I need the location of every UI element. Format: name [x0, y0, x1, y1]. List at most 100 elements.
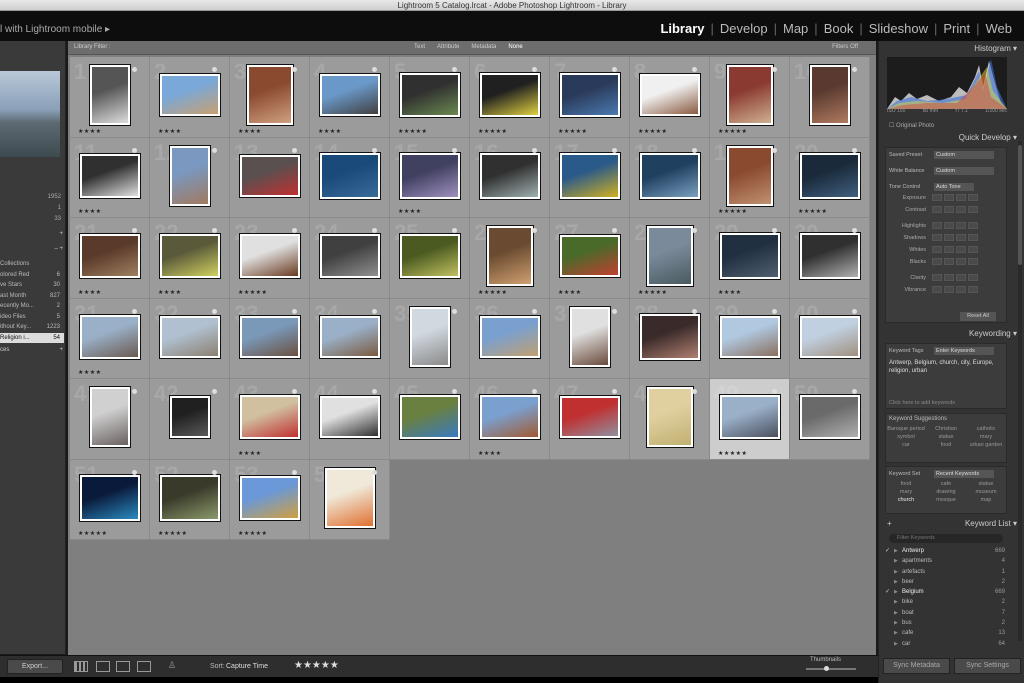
quick-collection-marker[interactable]: [692, 308, 697, 314]
keyword-list-item[interactable]: ✓ ▶ Belgium 669: [885, 587, 1007, 597]
star-rating[interactable]: ★★★★★: [238, 530, 267, 537]
star-rating[interactable]: ★★★★: [558, 289, 582, 296]
grid-cell[interactable]: 48: [630, 379, 710, 460]
grid-cell[interactable]: 26★★★★★: [470, 218, 550, 299]
photo-thumbnail[interactable]: [320, 315, 380, 358]
keyword-list-item[interactable]: ▶ apartments 4: [885, 556, 1007, 566]
photo-thumbnail[interactable]: [480, 152, 540, 199]
keyword-filter-input[interactable]: Filter Keywords: [889, 534, 1003, 543]
tone-step-button[interactable]: [956, 222, 966, 229]
quick-collection-marker[interactable]: [132, 469, 137, 475]
grid-cell[interactable]: 24: [310, 218, 390, 299]
quick-collection-marker[interactable]: [292, 147, 297, 153]
photo-thumbnail[interactable]: [570, 306, 610, 367]
photo-thumbnail[interactable]: [160, 234, 220, 278]
grid-cell[interactable]: 35: [390, 298, 470, 379]
photo-thumbnail[interactable]: [640, 313, 700, 360]
grid-cell[interactable]: 49 ★★★★★: [710, 379, 790, 460]
tone-step-button[interactable]: [944, 222, 954, 229]
keyword-list-header[interactable]: + Keyword List ▾: [883, 519, 1017, 531]
catalog-add-icon[interactable]: +: [0, 231, 66, 241]
grid-cell[interactable]: 50: [790, 379, 870, 460]
tone-step-button[interactable]: [944, 206, 954, 213]
grid-cell[interactable]: 32: [150, 298, 230, 379]
tone-step-button[interactable]: [956, 286, 966, 293]
expand-arrow-icon[interactable]: ▶: [894, 608, 902, 618]
grid-cell[interactable]: 28★★★★★: [630, 218, 710, 299]
grid-cell[interactable]: 29★★★★: [710, 218, 790, 299]
tone-step-button[interactable]: [932, 246, 942, 253]
grid-cell[interactable]: 45: [390, 379, 470, 460]
photo-thumbnail[interactable]: [560, 73, 620, 117]
tone-step-button[interactable]: [932, 234, 942, 241]
navigator-preview[interactable]: [0, 71, 60, 157]
photo-thumbnail[interactable]: [80, 153, 140, 198]
star-rating[interactable]: ★★★★★: [78, 530, 107, 537]
star-rating[interactable]: ★★★★★: [638, 128, 667, 135]
rating-stars[interactable]: ★★★★★: [294, 660, 339, 671]
filters-off-toggle[interactable]: Filters Off: [832, 44, 858, 50]
quick-collection-marker[interactable]: [372, 67, 377, 72]
photo-thumbnail[interactable]: [320, 234, 380, 278]
quick-collection-marker[interactable]: [212, 147, 217, 153]
quick-collection-marker[interactable]: [132, 228, 137, 233]
star-rating[interactable]: ★★★★★: [478, 289, 507, 296]
grid-cell[interactable]: 46 ★★★★: [470, 379, 550, 460]
tone-step-button[interactable]: [956, 274, 966, 281]
auto-tone-button[interactable]: Auto Tone: [934, 183, 974, 191]
grid-view-icon[interactable]: [74, 661, 88, 672]
quick-collection-marker[interactable]: [772, 308, 777, 314]
tone-step-button[interactable]: [968, 258, 978, 265]
keyword-check-icon[interactable]: [885, 597, 894, 607]
original-photo-checkbox[interactable]: ☐ Original Photo: [889, 122, 934, 129]
keyword-list-item[interactable]: ▶ cafe 13: [885, 628, 1007, 638]
grid-cell[interactable]: 1 ★★★★: [70, 57, 150, 138]
photo-thumbnail[interactable]: [480, 395, 540, 439]
quick-collection-marker[interactable]: [452, 389, 457, 394]
photo-thumbnail[interactable]: [170, 396, 210, 438]
expand-arrow-icon[interactable]: ▶: [894, 628, 902, 638]
grid-cell[interactable]: 37: [550, 298, 630, 379]
keyword-set-item[interactable]: statue: [966, 481, 1006, 487]
keyword-suggestion[interactable]: symbol: [886, 434, 926, 440]
star-rating[interactable]: ★★★★★: [398, 128, 427, 135]
grid-cell[interactable]: 33: [230, 298, 310, 379]
tone-step-button[interactable]: [944, 286, 954, 293]
tone-step-button[interactable]: [968, 222, 978, 229]
photo-thumbnail[interactable]: [720, 233, 780, 279]
photo-thumbnail[interactable]: [560, 152, 620, 199]
star-rating[interactable]: ★★★★: [78, 208, 102, 215]
photo-thumbnail[interactable]: [727, 145, 773, 206]
photo-thumbnail[interactable]: [800, 152, 860, 199]
grid-cell[interactable]: 42: [150, 379, 230, 460]
photo-thumbnail[interactable]: [160, 74, 220, 116]
photo-thumbnail[interactable]: [487, 226, 533, 286]
keyword-set-item[interactable]: cafe: [926, 481, 966, 487]
keyword-set-item[interactable]: drawing: [926, 489, 966, 495]
module-map[interactable]: Map: [777, 21, 814, 36]
keyword-check-icon[interactable]: [885, 639, 894, 649]
scrollbar-thumb[interactable]: [1018, 145, 1022, 265]
photo-thumbnail[interactable]: [410, 306, 450, 367]
star-rating[interactable]: ★★★★★: [638, 289, 667, 296]
quick-collection-marker[interactable]: [612, 147, 617, 153]
quick-collection-marker[interactable]: [692, 67, 697, 72]
star-rating[interactable]: ★★★★: [718, 289, 742, 296]
quick-collection-marker[interactable]: [292, 469, 297, 475]
keyword-check-icon[interactable]: [885, 628, 894, 638]
loupe-view-icon[interactable]: [96, 661, 110, 672]
keywords-textarea[interactable]: Antwerp, Belgium, church, city, Europe, …: [886, 356, 1006, 378]
reset-all-button[interactable]: Reset All: [960, 312, 996, 321]
photo-thumbnail[interactable]: [160, 315, 220, 358]
module-develop[interactable]: Develop: [714, 21, 774, 36]
collection-item[interactable]: ithout Key... 1223: [0, 322, 64, 333]
quick-collection-marker[interactable]: [452, 147, 457, 153]
tone-step-button[interactable]: [932, 274, 942, 281]
quick-collection-marker[interactable]: [292, 228, 297, 233]
grid-cell[interactable]: 2 ★★★★: [150, 57, 230, 138]
keyword-check-icon[interactable]: ✓: [885, 546, 894, 556]
photo-thumbnail[interactable]: [247, 65, 293, 125]
photo-thumbnail[interactable]: [160, 474, 220, 521]
quick-collection-marker[interactable]: [612, 67, 617, 72]
quick-collection-marker[interactable]: [772, 389, 777, 394]
